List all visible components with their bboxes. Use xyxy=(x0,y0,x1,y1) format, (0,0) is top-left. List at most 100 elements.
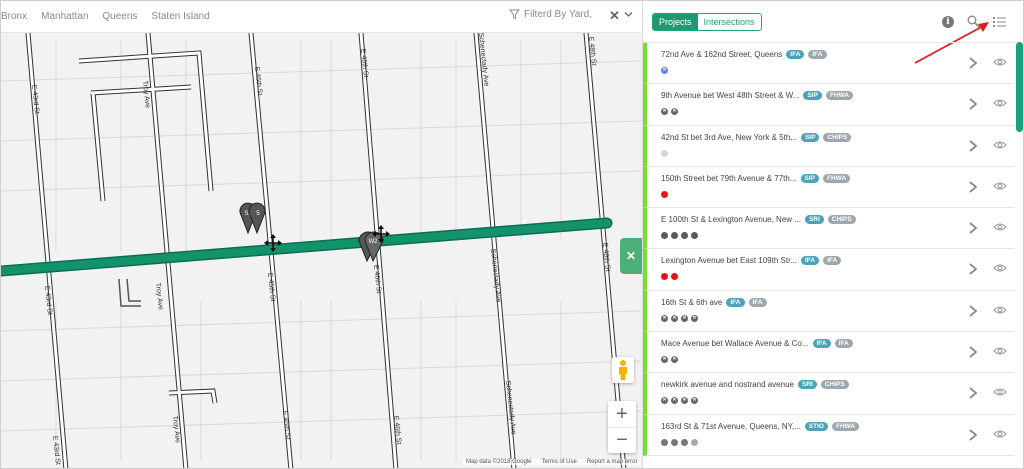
street-view-pegman-icon[interactable] xyxy=(612,357,634,383)
chevron-down-icon[interactable] xyxy=(624,10,633,19)
status-dot xyxy=(661,190,668,198)
project-list-item[interactable]: 150th Street bet 79th Avenue & 77th... SI… xyxy=(643,166,1014,209)
tab-projects[interactable]: Projects xyxy=(653,14,698,30)
eye-icon[interactable] xyxy=(993,305,1007,315)
chevron-right-icon[interactable] xyxy=(968,139,978,153)
project-title: E 100th St & Lexington Avenue, New ... xyxy=(661,215,801,225)
project-tag: SRI xyxy=(797,380,817,390)
borough-queens[interactable]: Queens xyxy=(102,11,137,22)
report-error-link[interactable]: Report a map error xyxy=(587,459,638,465)
project-tag: IFA xyxy=(726,297,745,307)
borough-staten-island[interactable]: Staten Island xyxy=(151,11,209,22)
list-view-icon[interactable] xyxy=(993,16,1006,28)
status-dot: ✕ xyxy=(691,314,698,322)
map-view[interactable]: S2 5 W2 E 43rd St E 43rd St E 43rd St Troy … xyxy=(1,1,642,468)
eye-icon[interactable] xyxy=(993,98,1007,108)
eye-icon[interactable] xyxy=(993,181,1007,191)
project-list-item[interactable]: 163rd St & 71st Avenue, Queens, NY,... ST… xyxy=(643,414,1014,456)
map-marker[interactable]: 5 xyxy=(248,202,266,235)
project-tag: STIO xyxy=(804,421,828,431)
project-title-row: Lexington Avenue bet East 109th Str... IF… xyxy=(661,256,842,266)
status-dot: ✕ xyxy=(671,108,678,116)
status-dot xyxy=(661,149,668,157)
project-list-item[interactable]: Mace Avenue bet Wallace Avenue & Co... IF… xyxy=(643,332,1014,374)
project-title-row: Mace Avenue bet Wallace Avenue & Co... IF… xyxy=(661,339,853,349)
eye-icon[interactable] xyxy=(993,346,1007,356)
zoom-out-button[interactable]: − xyxy=(608,427,636,453)
status-dot: ✕ xyxy=(681,314,688,322)
eye-icon[interactable] xyxy=(993,429,1007,439)
status-dot xyxy=(671,438,678,446)
project-tag: SIP xyxy=(800,173,819,183)
status-dot xyxy=(661,232,668,240)
eye-icon[interactable] xyxy=(993,263,1007,273)
close-map-button[interactable]: ✕ xyxy=(620,238,642,274)
status-dot: ✕ xyxy=(671,397,678,405)
project-title-row: E 100th St & Lexington Avenue, New ... SR… xyxy=(661,215,856,225)
status-dots xyxy=(661,232,698,240)
borough-manhattan[interactable]: Manhattan xyxy=(41,11,88,22)
status-dot xyxy=(691,438,698,446)
status-dots xyxy=(661,190,668,198)
eye-icon[interactable] xyxy=(993,222,1007,232)
status-dot xyxy=(671,232,678,240)
chevron-right-icon[interactable] xyxy=(968,345,978,359)
filter-field[interactable]: Filterd By Yard, xyxy=(509,9,592,20)
eye-icon[interactable] xyxy=(993,140,1007,150)
project-list-item[interactable]: 72nd Ave & 162nd Street, Queens IFA IFA ✕ xyxy=(643,43,1014,85)
project-title-row: 42nd St bet 3rd Ave, New York & 5th... SI… xyxy=(661,132,852,142)
borough-bronx[interactable]: Bronx xyxy=(1,11,27,22)
project-title-row: 9th Avenue bet West 48th Street & W... SI… xyxy=(661,91,854,101)
street-label: E 45th St xyxy=(281,410,291,439)
project-tag: IFA xyxy=(748,297,767,307)
app-window: { "map": { "boroughs": ["Bronx", "Manhat… xyxy=(0,0,1024,469)
street-label: Schenectady Ave xyxy=(489,248,502,303)
chevron-right-icon[interactable] xyxy=(968,262,978,276)
chevron-right-icon[interactable] xyxy=(968,180,978,194)
street-map: S2 5 W2 E 43rd StE 43rd StE 43rd StTroy … xyxy=(1,32,642,468)
status-dot xyxy=(661,438,668,446)
project-tag: FHWA xyxy=(823,173,851,183)
clear-filter-icon[interactable]: ✕ xyxy=(609,8,620,24)
project-tag: IFA xyxy=(823,256,842,266)
chevron-right-icon[interactable] xyxy=(968,97,978,111)
project-title: newkirk avenue and nostrand avenue xyxy=(661,380,794,390)
status-dot: ✕ xyxy=(661,397,668,405)
eye-icon[interactable] xyxy=(993,57,1007,67)
street-label: Troy Ave xyxy=(141,80,151,108)
project-list-item[interactable]: newkirk avenue and nostrand avenue SRI CHI… xyxy=(643,373,1014,415)
chevron-right-icon[interactable] xyxy=(968,304,978,318)
chevron-right-icon[interactable] xyxy=(968,386,978,400)
map-attribution: Map data ©2018 Google Terms of Use Repor… xyxy=(463,459,641,465)
svg-text:W2: W2 xyxy=(369,239,379,245)
project-list-item[interactable]: 16th St & 6th ave IFA IFA ✕ ✕ ✕ ✕ xyxy=(643,290,1014,333)
project-list-item[interactable]: Lexington Avenue bet East 109th Str... IF… xyxy=(643,249,1014,291)
tab-intersections[interactable]: Intersections xyxy=(697,14,761,30)
info-icon[interactable]: i xyxy=(942,16,954,28)
status-dot: ✕ xyxy=(671,356,678,364)
status-dots: ✕ ✕ xyxy=(661,356,678,364)
project-tag: SIP xyxy=(800,132,820,142)
scrollbar[interactable] xyxy=(1016,42,1023,132)
chevron-right-icon[interactable] xyxy=(968,56,978,70)
project-list-item[interactable]: 42nd St bet 3rd Ave, New York & 5th... SI… xyxy=(643,125,1014,167)
project-list-item[interactable]: 9th Avenue bet West 48th Street & W... SI… xyxy=(643,84,1014,126)
project-title-row: 163rd St & 71st Avenue, Queens, NY,... ST… xyxy=(661,421,860,431)
zoom-in-button[interactable]: + xyxy=(608,401,636,427)
project-title-row: 150th Street bet 79th Avenue & 77th... SI… xyxy=(661,173,851,183)
status-dot: ✕ xyxy=(661,356,668,364)
projects-panel: Projects Intersections i 72nd Ave & 162n… xyxy=(642,1,1023,468)
project-tag: SRI xyxy=(804,215,824,225)
search-icon[interactable] xyxy=(967,15,980,28)
terms-link[interactable]: Terms of Use xyxy=(541,459,576,465)
eye-icon[interactable] xyxy=(993,387,1007,397)
project-list-item[interactable]: E 100th St & Lexington Avenue, New ... SR… xyxy=(643,208,1014,250)
status-dots xyxy=(661,149,668,157)
project-tag: CHIPS xyxy=(823,132,852,142)
status-dot xyxy=(661,273,668,281)
chevron-right-icon[interactable] xyxy=(968,221,978,235)
project-tag: IFA xyxy=(800,256,820,266)
status-dot xyxy=(681,232,688,240)
chevron-right-icon[interactable] xyxy=(968,428,978,442)
project-tag: IFA xyxy=(808,50,827,59)
